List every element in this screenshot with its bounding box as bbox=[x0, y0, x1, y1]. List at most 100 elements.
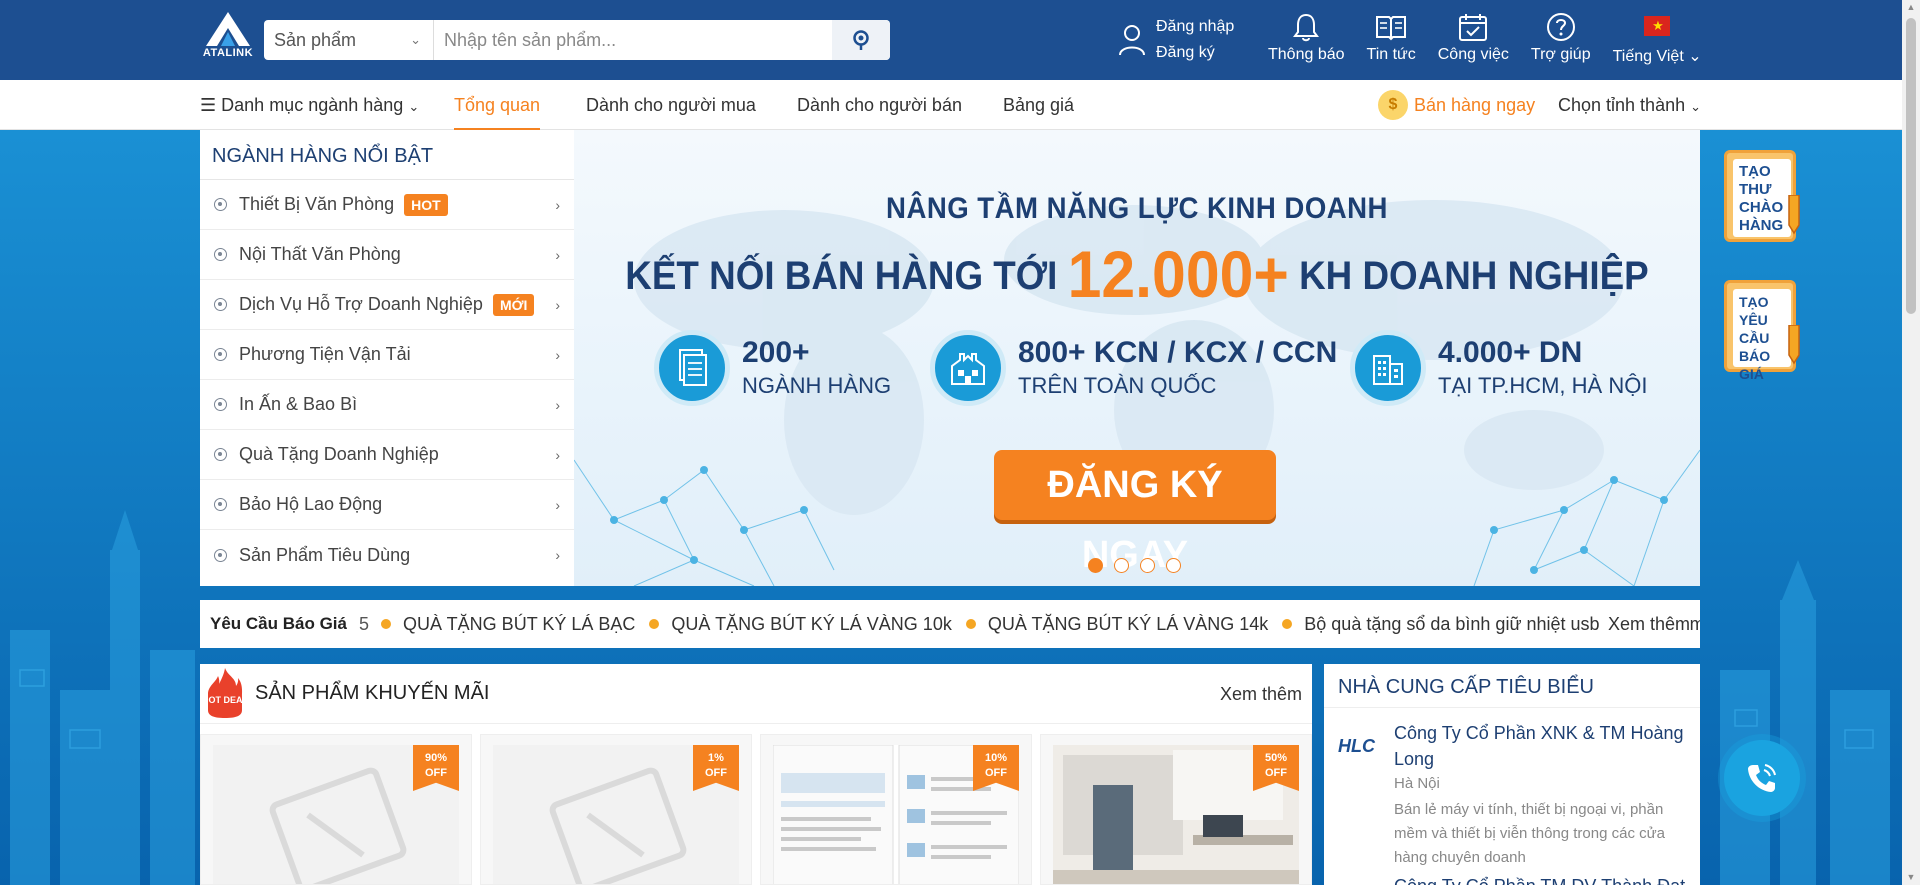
chevron-down-icon: ⌄ bbox=[410, 32, 421, 47]
category-item-corporate-gifts[interactable]: Quà Tặng Doanh Nghiệp › bbox=[200, 430, 574, 480]
sell-now-link[interactable]: $ Bán hàng ngay bbox=[1378, 80, 1535, 130]
chevron-right-icon: › bbox=[555, 246, 560, 263]
main-nav: ☰ Danh mục ngành hàng ⌄ Tổng quan Dành c… bbox=[0, 80, 1902, 130]
stat-number: 800+ KCN / KCX / CCN bbox=[1018, 336, 1338, 369]
account-menu: Đăng nhập Đăng ký bbox=[1118, 14, 1234, 66]
carousel-dot[interactable] bbox=[1166, 558, 1181, 573]
chevron-right-icon: › bbox=[555, 296, 560, 313]
nav-tab-buyers[interactable]: Dành cho người mua bbox=[586, 80, 756, 130]
category-label: Phương Tiện Vận Tải bbox=[239, 344, 411, 364]
hero-banner[interactable]: NÂNG TẦM NĂNG LỰC KINH DOANH KẾT NỐI BÁN… bbox=[574, 130, 1700, 586]
category-item-business-services[interactable]: Dịch Vụ Hỗ Trợ Doanh Nghiệp MỚI › bbox=[200, 280, 574, 330]
buildings-icon bbox=[1350, 330, 1426, 406]
notifications-label: Thông báo bbox=[1268, 46, 1345, 63]
category-label: Dịch Vụ Hỗ Trợ Doanh Nghiệp bbox=[239, 294, 483, 314]
ticker-item[interactable]: QUÀ TẶNG BÚT KÝ LÁ VÀNG 14k bbox=[966, 614, 1268, 635]
search-bar: Sản phẩm ⌄ bbox=[264, 20, 890, 60]
category-label: Quà Tặng Doanh Nghiệp bbox=[239, 444, 439, 464]
banner-highlight-number: 12.000+ bbox=[1067, 237, 1289, 311]
svg-text:HOT DEAL: HOT DEAL bbox=[206, 695, 244, 705]
nav-tab-pricing[interactable]: Bảng giá bbox=[1003, 80, 1074, 130]
province-select[interactable]: Chọn tỉnh thành ⌄ bbox=[1558, 80, 1701, 130]
logo-text: ATALINK bbox=[202, 47, 254, 59]
chevron-right-icon: › bbox=[555, 446, 560, 463]
register-now-button[interactable]: ĐĂNG KÝ NGAY bbox=[994, 450, 1276, 576]
scroll-thumb[interactable] bbox=[1906, 18, 1916, 314]
supplier-logo: HLC bbox=[1338, 736, 1375, 756]
search-input[interactable] bbox=[434, 20, 832, 60]
chevron-right-icon: › bbox=[555, 496, 560, 513]
scroll-up-icon[interactable]: ▲ bbox=[1906, 2, 1916, 12]
register-link[interactable]: Đăng ký bbox=[1156, 40, 1234, 66]
category-item-consumer-products[interactable]: Sản Phẩm Tiêu Dùng › bbox=[200, 530, 574, 580]
page-scrollbar[interactable]: ▲ ▼ bbox=[1902, 0, 1920, 885]
nav-tab-sellers[interactable]: Dành cho người bán bbox=[797, 80, 962, 130]
radio-dot-icon bbox=[214, 398, 227, 411]
create-offer-letter-button[interactable]: TẠO THƯ CHÀO HÀNG bbox=[1724, 150, 1800, 242]
help-icon bbox=[1546, 13, 1575, 41]
supplier-name-link[interactable]: Công Ty Cổ Phần TM DV Thành Đạt bbox=[1394, 876, 1685, 885]
pencil-icon bbox=[1788, 195, 1800, 235]
chevron-right-icon: › bbox=[555, 547, 560, 563]
search-category-select[interactable]: Sản phẩm ⌄ bbox=[264, 20, 434, 60]
promotions-section: HOT DEAL SẢN PHẨM KHUYẾN MÃI Xem thêm 90… bbox=[200, 664, 1312, 885]
carousel-dot[interactable] bbox=[1114, 558, 1129, 573]
ticker-item[interactable]: 5 bbox=[359, 614, 369, 635]
create-quote-request-button[interactable]: TẠO YÊU CẦU BÁO GIÁ bbox=[1724, 280, 1800, 382]
ticker-see-more-link[interactable]: Xem thêm bbox=[1599, 600, 1690, 648]
atalink-logo[interactable]: ATALINK bbox=[200, 12, 256, 68]
notifications-button[interactable]: Thông báo bbox=[1268, 12, 1345, 70]
stat-number: 200+ bbox=[742, 336, 810, 369]
product-card[interactable]: 50% OFF bbox=[1040, 734, 1312, 885]
category-item-labor-protection[interactable]: Bảo Hộ Lao Động › bbox=[200, 480, 574, 530]
category-item-office-furniture[interactable]: Nội Thất Văn Phòng › bbox=[200, 230, 574, 280]
help-button[interactable]: Trợ giúp bbox=[1531, 12, 1591, 70]
calendar-icon bbox=[1459, 14, 1488, 41]
chevron-right-icon: › bbox=[555, 396, 560, 413]
product-card[interactable]: 10% OFF bbox=[760, 734, 1032, 885]
phone-icon bbox=[1748, 764, 1776, 792]
news-button[interactable]: Tin tức bbox=[1367, 12, 1416, 70]
scroll-down-icon[interactable]: ▼ bbox=[1906, 872, 1916, 882]
product-card[interactable]: 90% OFF bbox=[200, 734, 472, 885]
radio-dot-icon bbox=[214, 198, 227, 211]
ticker-item[interactable]: QUÀ TẶNG BÚT KÝ LÁ BẠC bbox=[381, 614, 635, 635]
call-hotline-button[interactable] bbox=[1724, 740, 1800, 816]
login-link[interactable]: Đăng nhập bbox=[1156, 14, 1234, 40]
carousel-dot[interactable] bbox=[1140, 558, 1155, 573]
header-icon-menu: Thông báo Tin tức Công việc Trợ giúp ★ T… bbox=[1268, 12, 1702, 70]
category-item-office-equipment[interactable]: Thiết Bị Văn Phòng HOT › bbox=[200, 180, 574, 230]
supplier-name-link[interactable]: Công Ty Cổ Phần XNK & TM Hoàng Long bbox=[1394, 720, 1689, 772]
banner-stat-categories: 200+ NGÀNH HÀNG bbox=[654, 330, 891, 406]
banner-headline: NÂNG TẦM NĂNG LỰC KINH DOANH bbox=[886, 192, 1388, 225]
language-selector[interactable]: ★ Tiếng Việt ⌄ bbox=[1613, 12, 1702, 70]
search-button[interactable] bbox=[832, 20, 890, 60]
jobs-label: Công việc bbox=[1437, 46, 1509, 63]
factory-icon bbox=[930, 330, 1006, 406]
category-item-printing-packaging[interactable]: In Ấn & Bao Bì › bbox=[200, 380, 574, 430]
promotions-see-more-link[interactable]: Xem thêm bbox=[1220, 684, 1302, 705]
coin-icon: $ bbox=[1378, 90, 1408, 120]
carousel-dot[interactable] bbox=[1088, 558, 1103, 573]
ticker-item[interactable]: QUÀ TẶNG BÚT KÝ LÁ VÀNG 10k bbox=[649, 614, 951, 635]
category-menu-button[interactable]: ☰ Danh mục ngành hàng ⌄ bbox=[200, 80, 419, 130]
category-item-vehicles[interactable]: Phương Tiện Vận Tải › bbox=[200, 330, 574, 380]
language-label: Tiếng Việt ⌄ bbox=[1612, 48, 1702, 65]
nav-tab-overview[interactable]: Tổng quan bbox=[454, 80, 541, 130]
help-label: Trợ giúp bbox=[1530, 46, 1591, 63]
chevron-down-icon: ⌄ bbox=[408, 99, 420, 114]
menu-list-icon: ☰ bbox=[200, 95, 217, 115]
stat-label: TẠI TP.HCM, HÀ NỘI bbox=[1438, 373, 1648, 398]
sell-now-label: Bán hàng ngay bbox=[1414, 95, 1536, 115]
top-header: ATALINK Sản phẩm ⌄ Đăng nhập Đăng ký bbox=[0, 0, 1902, 80]
stat-label: TRÊN TOÀN QUỐC bbox=[1018, 373, 1217, 398]
hot-deal-icon: HOT DEAL bbox=[206, 668, 244, 718]
product-card[interactable]: 1% OFF bbox=[480, 734, 752, 885]
category-label: Bảo Hộ Lao Động bbox=[239, 494, 383, 514]
radio-dot-icon bbox=[214, 348, 227, 361]
category-label: Thiết Bị Văn Phòng bbox=[239, 194, 395, 214]
radio-dot-icon bbox=[214, 548, 227, 562]
jobs-button[interactable]: Công việc bbox=[1438, 12, 1509, 70]
ticker-item[interactable]: Bộ quà tặng sổ da bình giữ nhiệt usb bút bbox=[1282, 614, 1629, 635]
stat-number: 4.000+ DN bbox=[1438, 336, 1583, 369]
